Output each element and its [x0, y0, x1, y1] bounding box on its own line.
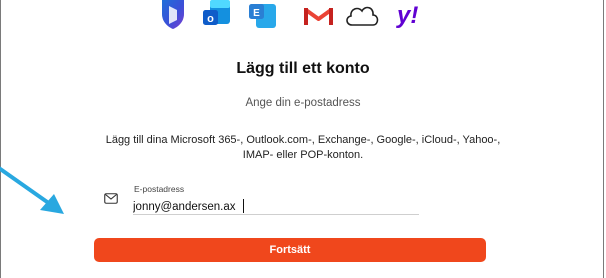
email-field-label: E-postadress [134, 184, 185, 194]
envelope-icon [104, 193, 118, 204]
yahoo-letters: y! [396, 2, 418, 29]
provider-icons: o E y! [0, 0, 606, 40]
email-input[interactable] [133, 199, 419, 214]
pointer-arrow-icon [0, 166, 64, 214]
exchange-icon: E [249, 4, 276, 28]
email-field-underline [133, 214, 419, 215]
microsoft-365-icon [162, 0, 184, 29]
gmail-icon [304, 8, 333, 25]
dialog-title: Lägg till ett konto [236, 60, 370, 77]
yahoo-icon: y! [396, 2, 418, 29]
outlook-icon: o [203, 0, 230, 25]
dialog-description: Lägg till dina Microsoft 365-, Outlook.c… [105, 134, 501, 161]
icloud-icon [346, 6, 379, 26]
exchange-letter: E [253, 8, 260, 19]
continue-button[interactable]: Fortsätt [94, 238, 486, 262]
dialog-subtitle: Ange din e-postadress [245, 97, 361, 109]
text-caret [243, 199, 244, 213]
svg-text:o: o [207, 13, 214, 25]
